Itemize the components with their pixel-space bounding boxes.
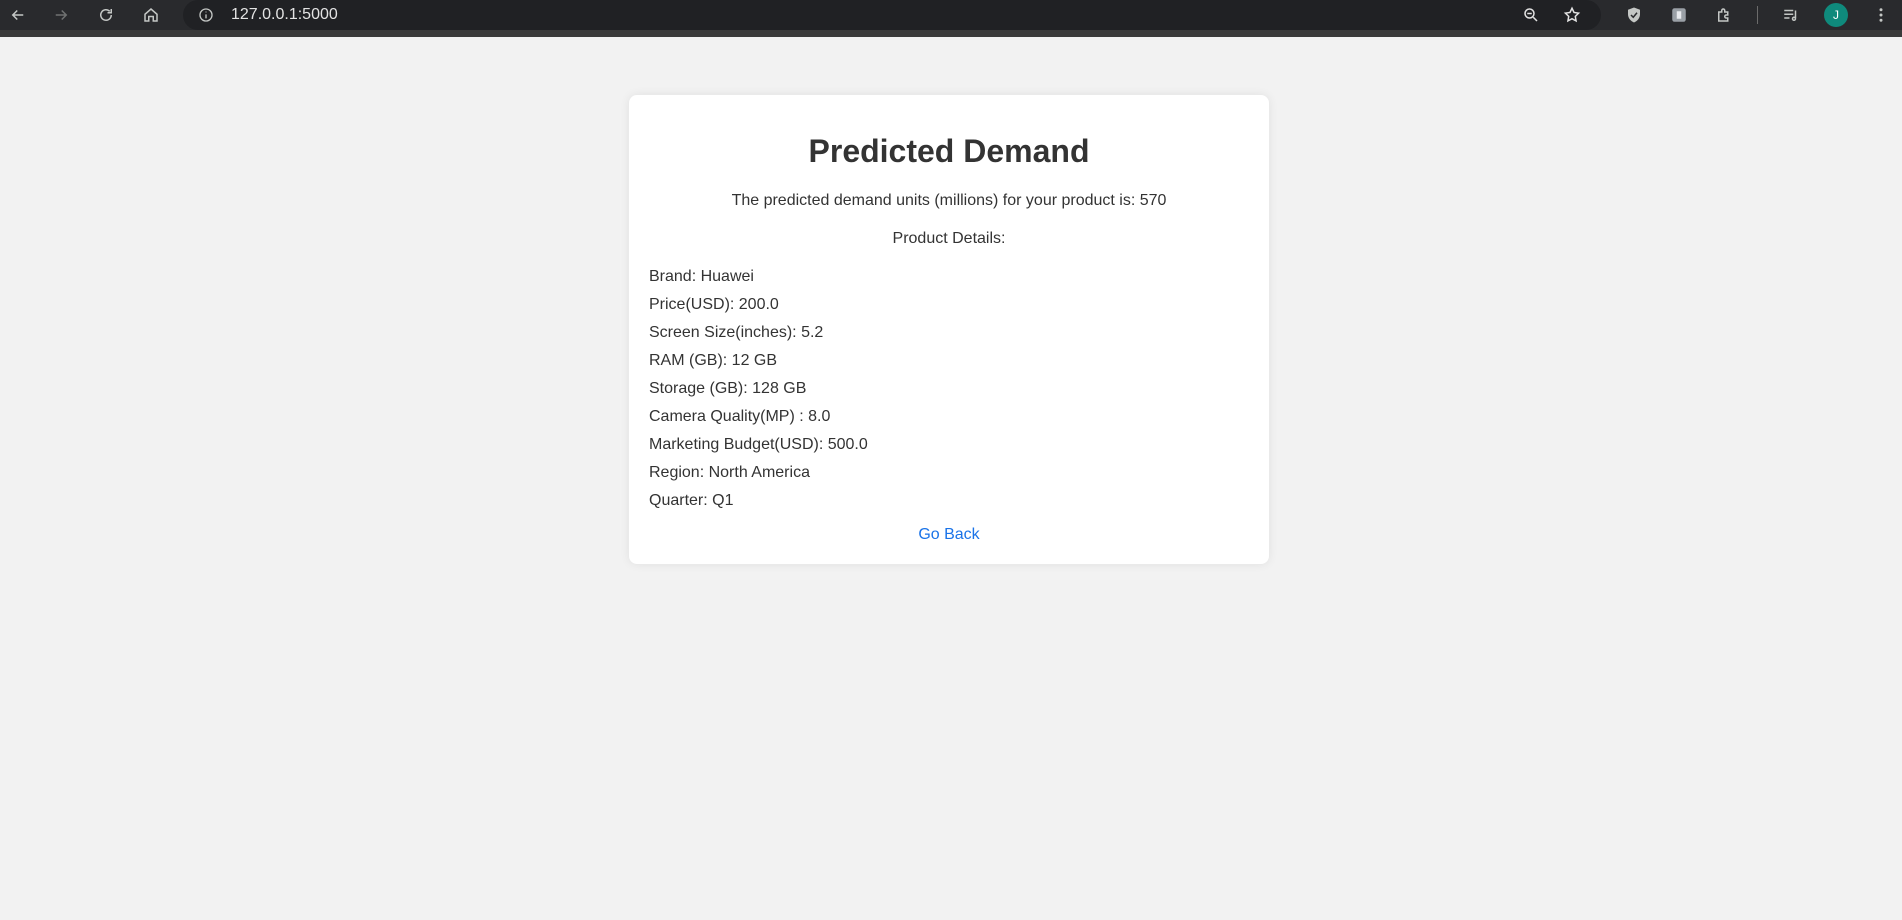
toolbar-divider: [1757, 6, 1758, 24]
profile-avatar[interactable]: J: [1824, 3, 1848, 27]
go-back-container: Go Back: [629, 525, 1269, 545]
detail-storage: Storage (GB): 128 GB: [649, 380, 807, 397]
shield-icon[interactable]: [1619, 0, 1649, 30]
back-arrow-icon[interactable]: [3, 0, 33, 30]
detail-ram: RAM (GB): 12 GB: [649, 352, 778, 369]
detail-screen-size: Screen Size(inches): 5.2: [649, 324, 824, 341]
reload-icon[interactable]: [91, 0, 121, 30]
page-title: Predicted Demand: [808, 133, 1090, 169]
forward-arrow-icon[interactable]: [46, 0, 76, 30]
prediction-text: The predicted demand units (millions) fo…: [731, 192, 1167, 209]
extension-icon[interactable]: [1664, 0, 1694, 30]
star-icon[interactable]: [1563, 6, 1581, 24]
zoom-out-icon[interactable]: [1522, 6, 1540, 24]
detail-marketing-budget: Marketing Budget(USD): 500.0: [649, 436, 868, 453]
browser-toolbar-bar: 127.0.0.1:5000 J: [0, 0, 1902, 30]
go-back-link[interactable]: Go Back: [918, 526, 979, 543]
detail-quarter: Quarter: Q1: [649, 492, 734, 509]
address-bar[interactable]: 127.0.0.1:5000: [183, 0, 1601, 30]
product-details-list: Brand: Huawei Price(USD): 200.0 Screen S…: [649, 267, 1249, 519]
detail-brand: Brand: Huawei: [649, 268, 754, 285]
detail-price: Price(USD): 200.0: [649, 296, 779, 313]
details-heading: Product Details:: [892, 230, 1006, 247]
detail-region: Region: North America: [649, 464, 810, 481]
browser-toolbar: 127.0.0.1:5000 J: [0, 0, 1902, 37]
puzzle-icon[interactable]: [1709, 0, 1739, 30]
detail-camera-quality: Camera Quality(MP) : 8.0: [649, 408, 831, 425]
home-icon[interactable]: [136, 0, 166, 30]
kebab-menu-icon[interactable]: [1866, 0, 1896, 30]
media-queue-icon[interactable]: [1776, 0, 1806, 30]
url-text[interactable]: 127.0.0.1:5000: [231, 5, 338, 25]
result-card: Predicted Demand The predicted demand un…: [629, 95, 1269, 564]
info-icon[interactable]: [197, 6, 215, 24]
